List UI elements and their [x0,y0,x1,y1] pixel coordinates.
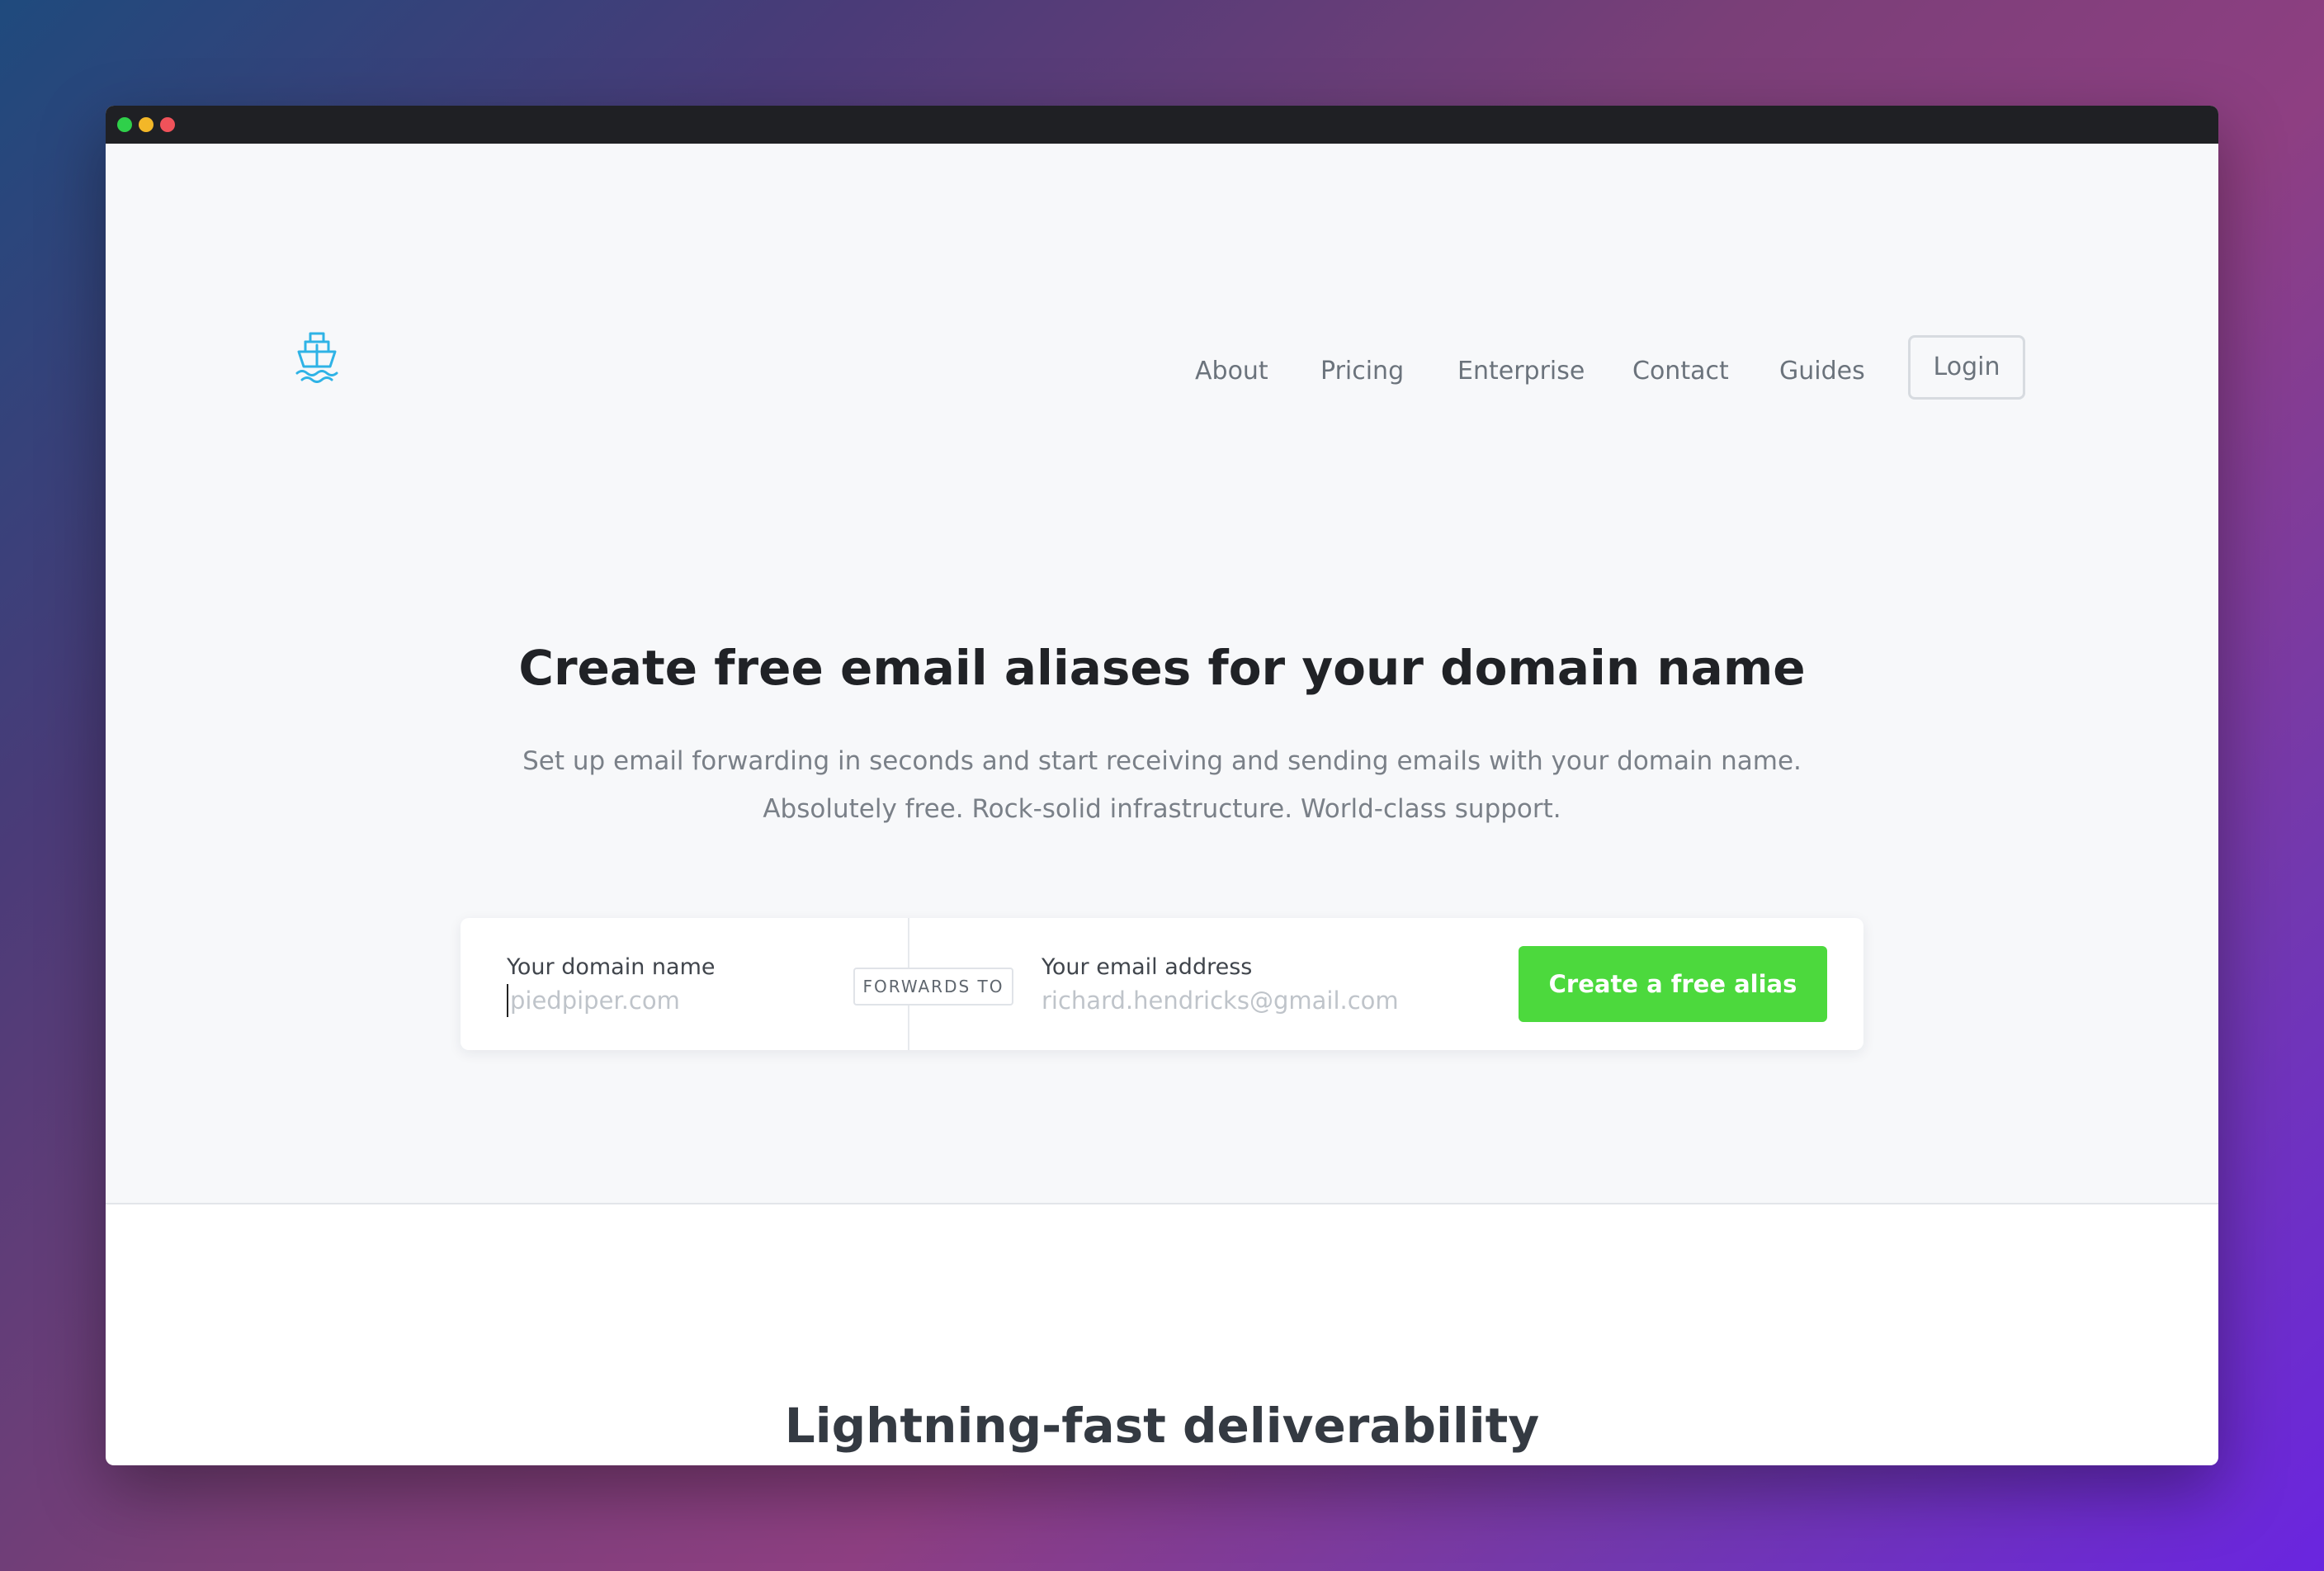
create-alias-button[interactable]: Create a free alias [1519,946,1827,1022]
nav-pricing[interactable]: Pricing [1320,357,1404,386]
ship-icon[interactable] [294,330,340,383]
nav-contact[interactable]: Contact [1632,357,1729,386]
hero-subtitle-line-1: Set up email forwarding in seconds and s… [522,746,1802,776]
browser-window: About Pricing Enterprise Contact Guides … [106,106,2218,1465]
window-close-button[interactable] [160,117,175,132]
domain-input[interactable] [507,984,857,1017]
hero-section: About Pricing Enterprise Contact Guides … [106,144,2218,1204]
window-title-bar [106,106,2218,144]
window-minimize-button[interactable] [139,117,154,132]
features-heading: Lightning-fast deliverability [784,1398,1540,1454]
hero-subtitle-line-2: Absolutely free. Rock-solid infrastructu… [763,794,1561,824]
email-input[interactable] [1042,984,1504,1017]
email-field-label: Your email address [1042,954,1253,980]
login-button[interactable]: Login [1908,335,2025,400]
nav-enterprise[interactable]: Enterprise [1457,357,1585,386]
forwards-to-badge: FORWARDS TO [853,968,1013,1006]
window-maximize-button[interactable] [117,117,132,132]
nav-guides[interactable]: Guides [1779,357,1865,386]
nav-about[interactable]: About [1195,357,1268,386]
alias-form: Your domain name FORWARDS TO Your email … [461,918,1863,1050]
domain-field-label: Your domain name [507,954,716,980]
page-title: Create free email aliases for your domai… [518,640,1806,696]
